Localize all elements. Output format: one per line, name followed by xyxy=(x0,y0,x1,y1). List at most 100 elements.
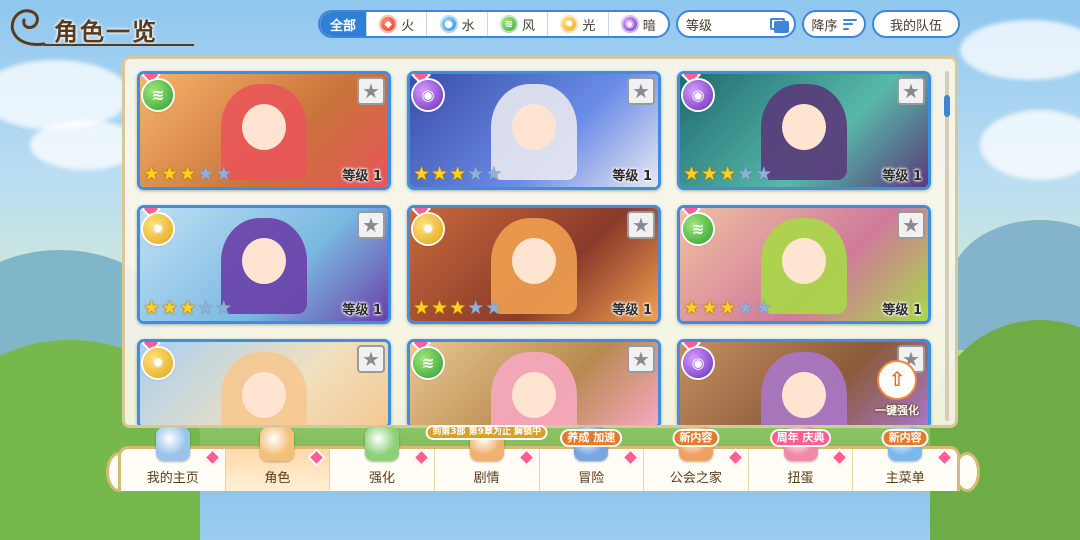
nav-badge: 到第3部 第9章为止 解锁中 xyxy=(425,425,549,440)
star-icon: ★ xyxy=(431,163,449,185)
character-card[interactable]: ◉ ★ ★ ★ ★ ★ ★ 等级 1 xyxy=(677,71,931,190)
character-card[interactable]: ≋ ★ xyxy=(407,339,661,425)
character-face xyxy=(242,238,286,284)
filter-light-button[interactable]: ✹ 光 xyxy=(547,12,607,36)
character-level: 等级 1 xyxy=(342,169,382,184)
favorite-star-button[interactable]: ★ xyxy=(627,211,655,239)
scrollbar-thumb[interactable] xyxy=(944,95,950,117)
title-underline xyxy=(44,44,194,46)
star-rating: ★ ★ ★ ★ ★ xyxy=(683,299,772,318)
character-card[interactable]: ◉ ★ ⇧ 一键强化 xyxy=(677,339,931,425)
element-filter-bar: 全部 ◆ 火 ● 水 ≋ 风 ✹ 光 ◉ 暗 xyxy=(318,10,670,38)
star-icon: ★ xyxy=(215,163,233,185)
castle-icon xyxy=(155,427,190,461)
star-icon: ★ xyxy=(161,163,179,185)
character-face xyxy=(782,238,826,284)
filter-wind-button[interactable]: ≋ 风 xyxy=(486,12,547,36)
star-icon: ★ xyxy=(431,297,449,319)
favorite-star-button[interactable]: ★ xyxy=(627,345,655,373)
notification-gem-icon xyxy=(307,448,326,467)
character-face xyxy=(782,372,826,418)
character-face xyxy=(782,104,826,150)
character-card[interactable]: ◉ ★ ★ ★ ★ ★ ★ 等级 1 xyxy=(407,71,661,190)
light-element-icon: ✹ xyxy=(143,214,173,244)
dark-element-icon: ◉ xyxy=(413,80,443,110)
favorite-star-button[interactable]: ★ xyxy=(357,77,385,105)
nav-badge: 养成 加速 xyxy=(560,429,623,447)
character-card[interactable]: ≋ ★ ★ ★ ★ ★ ★ 等级 1 xyxy=(677,205,931,324)
character-card[interactable]: ✹ ★ xyxy=(137,339,391,425)
star-icon: ★ xyxy=(485,163,503,185)
filter-dark-button[interactable]: ◉ 暗 xyxy=(607,12,668,36)
enhance-up-icon: ⇧ xyxy=(877,360,917,400)
my-team-button[interactable]: 我的队伍 xyxy=(872,10,960,38)
sort-lines-icon xyxy=(842,18,857,30)
star-icon: ★ xyxy=(449,163,467,185)
favorite-star-button[interactable]: ★ xyxy=(357,211,385,239)
character-portrait xyxy=(410,342,658,425)
page-title: 角色一览 xyxy=(54,18,158,46)
one-key-enhance-label: 一键强化 xyxy=(875,404,919,417)
nav-badge: 周年 庆典 xyxy=(769,429,832,447)
filter-all-button[interactable]: 全部 xyxy=(320,12,367,36)
list-scrollbar[interactable] xyxy=(944,71,950,421)
filter-water-button[interactable]: ● 水 xyxy=(426,12,486,36)
nav-item-menu-crystal[interactable]: 新内容 主菜单 xyxy=(852,427,957,491)
favorite-star-button[interactable]: ★ xyxy=(357,345,385,373)
star-icon: ★ xyxy=(683,163,701,185)
nav-item-character[interactable]: 角色 xyxy=(224,427,330,491)
star-icon: ★ xyxy=(719,297,737,319)
favorite-star-button[interactable]: ★ xyxy=(897,211,925,239)
nav-item-guild-house[interactable]: 新内容 公会之家 xyxy=(643,427,748,491)
character-card[interactable]: ✹ ★ ★ ★ ★ ★ ★ 等级 1 xyxy=(407,205,661,324)
star-icon: ★ xyxy=(737,297,755,319)
notification-gem-icon xyxy=(516,448,536,467)
nav-item-sword[interactable]: 养成 加速 冒险 xyxy=(538,427,644,491)
notification-gem-icon xyxy=(830,448,850,467)
nav-label: 冒险 xyxy=(578,471,605,486)
sort-order-button[interactable]: 降序 xyxy=(802,10,866,38)
nav-badge: 新内容 xyxy=(672,429,720,447)
nav-item-castle[interactable]: 我的主页 xyxy=(121,427,225,491)
wind-element-icon: ≋ xyxy=(413,348,443,378)
star-icon: ★ xyxy=(197,297,215,319)
notification-gem-icon xyxy=(621,448,640,467)
character-list-panel: ≋ ★ ★ ★ ★ ★ ★ 等级 1 ◉ ★ ★ ★ ★ ★ ★ 等级 1 ◉ ★ ★ ★ ★ ★ ★ 等级 1 ✹ ★ ★ ★ ★ ★ ★… xyxy=(122,56,958,428)
nav-item-gacha[interactable]: 周年 庆典 扭蛋 xyxy=(747,427,853,491)
favorite-star-button[interactable]: ★ xyxy=(897,77,925,105)
star-icon: ★ xyxy=(161,297,179,319)
star-icon: ★ xyxy=(215,297,233,319)
one-key-enhance-button[interactable]: ⇧ 一键强化 xyxy=(872,360,922,418)
window-toggle-icon xyxy=(770,18,789,33)
star-icon: ★ xyxy=(449,297,467,319)
light-element-icon: ✹ xyxy=(413,214,443,244)
filter-fire-button[interactable]: ◆ 火 xyxy=(366,12,426,36)
character-level: 等级 1 xyxy=(882,169,922,184)
character-face xyxy=(242,372,286,418)
character-card[interactable]: ✹ ★ ★ ★ ★ ★ ★ 等级 1 xyxy=(137,205,391,324)
star-icon: ★ xyxy=(737,163,755,185)
star-icon: ★ xyxy=(179,163,197,185)
nav-item-story[interactable]: 到第3部 第9章为止 解锁中 剧情 xyxy=(425,425,549,491)
character-face xyxy=(242,104,286,150)
sort-key-select[interactable]: 等级 xyxy=(676,10,796,38)
notification-gem-icon xyxy=(202,448,222,467)
nav-label: 我的主页 xyxy=(146,471,199,486)
character-face xyxy=(512,372,556,418)
nav-label: 角色 xyxy=(264,471,291,486)
star-icon: ★ xyxy=(485,297,503,319)
star-icon: ★ xyxy=(755,163,773,185)
character-level: 等级 1 xyxy=(612,303,652,318)
wind-element-icon: ≋ xyxy=(143,80,173,110)
star-icon: ★ xyxy=(719,163,737,185)
favorite-star-button[interactable]: ★ xyxy=(627,77,655,105)
nav-label: 扭蛋 xyxy=(787,471,814,486)
character-level: 等级 1 xyxy=(612,169,652,184)
character-face xyxy=(512,104,556,150)
nav-item-enhance[interactable]: 强化 xyxy=(329,427,434,491)
character-portrait xyxy=(140,342,388,425)
star-rating: ★ ★ ★ ★ ★ xyxy=(683,165,772,184)
nav-label: 主菜单 xyxy=(885,471,925,486)
sort-key-value: 等级 xyxy=(686,18,713,34)
character-card[interactable]: ≋ ★ ★ ★ ★ ★ ★ 等级 1 xyxy=(137,71,391,190)
